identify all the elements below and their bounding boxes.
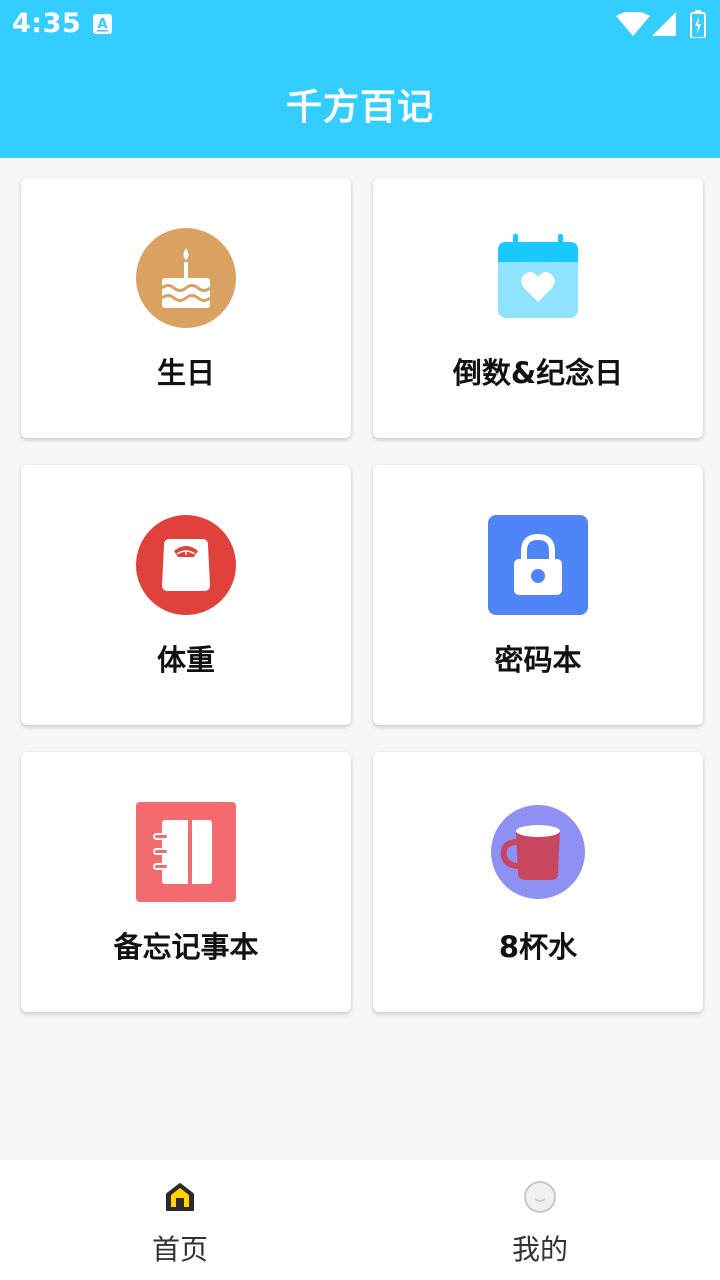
notebook-label: 备忘记事本 [113, 930, 259, 964]
password-book-label: 密码本 [494, 643, 582, 677]
nav-me[interactable]: 我的 [360, 1160, 720, 1280]
nav-me-label: 我的 [511, 1233, 568, 1266]
password-book-card[interactable]: 密码本 [373, 465, 703, 725]
nav-home-label: 首页 [151, 1233, 208, 1266]
notebook-icon [136, 802, 236, 902]
svg-text:A: A [97, 17, 107, 32]
signal-icon [652, 12, 676, 36]
weight-scale-icon [136, 515, 236, 615]
bottom-nav: 首页 我的 [0, 1160, 720, 1280]
countdown-anniversary-card[interactable]: 倒数&纪念日 [373, 178, 703, 438]
weight-card[interactable]: 体重 [21, 465, 351, 725]
feature-grid: 生日 倒数&纪念日 体重 密码本 备忘记事本 8杯水 [21, 178, 704, 1012]
padlock-icon [488, 515, 588, 615]
app-root: 4:35 A 千方百记 生日 倒数&纪念日 体重 密码本 备忘记事本 8杯水 首… [0, 0, 720, 1280]
profile-face-icon [523, 1180, 557, 1214]
nav-home[interactable]: 首页 [0, 1160, 360, 1280]
calendar-heart-icon [488, 228, 588, 328]
status-bar: 4:35 A [0, 0, 720, 50]
battery-charging-icon [690, 10, 706, 39]
page-title: 千方百记 [285, 87, 434, 128]
water-cup-icon [488, 802, 588, 902]
birthday-cake-icon [136, 228, 236, 328]
weight-label: 体重 [156, 643, 215, 677]
status-time: 4:35 [12, 8, 82, 39]
wifi-icon [616, 11, 650, 36]
countdown-anniversary-label: 倒数&纪念日 [452, 356, 624, 390]
eight-cups-water-card[interactable]: 8杯水 [373, 752, 703, 1012]
birthday-label: 生日 [156, 356, 215, 390]
home-icon [163, 1180, 197, 1214]
eight-cups-water-label: 8杯水 [498, 930, 578, 964]
notification-a-icon: A [93, 14, 112, 34]
notebook-card[interactable]: 备忘记事本 [21, 752, 351, 1012]
header: 4:35 A 千方百记 [0, 0, 720, 158]
birthday-card[interactable]: 生日 [21, 178, 351, 438]
